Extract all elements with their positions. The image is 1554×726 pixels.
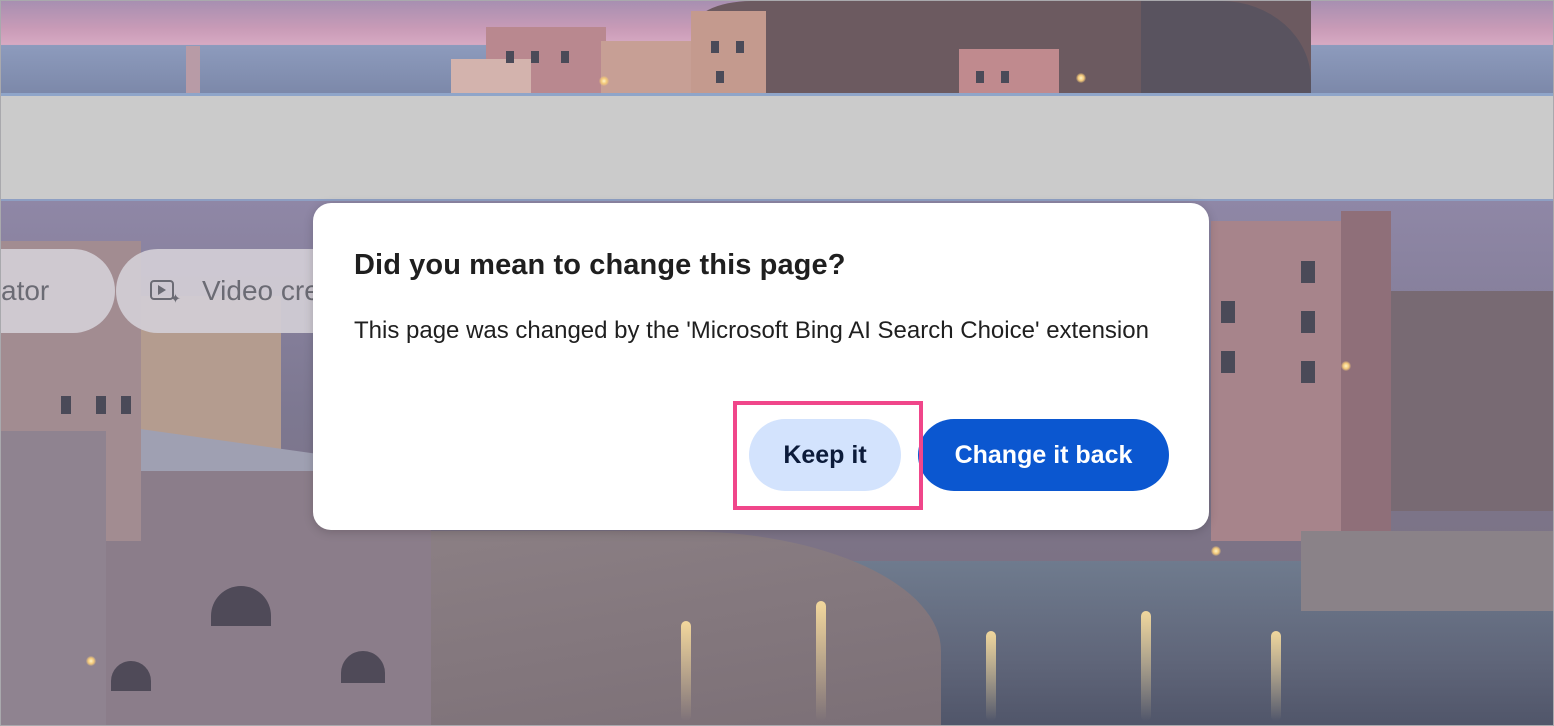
browser-viewport: ator ✦ Video cre Did you mean to change … (0, 0, 1554, 726)
image-creator-pill[interactable]: ator (1, 249, 115, 333)
video-creator-pill-label: Video cre (202, 275, 320, 306)
image-creator-pill-label: ator (1, 275, 50, 306)
background-photo-top (1, 1, 1553, 94)
video-sparkle-icon: ✦ (150, 278, 181, 305)
keep-it-button[interactable]: Keep it (749, 419, 901, 491)
change-it-back-button[interactable]: Change it back (918, 419, 1169, 491)
header-band (1, 96, 1553, 201)
dialog-title: Did you mean to change this page? (354, 249, 846, 281)
dialog-message: This page was changed by the 'Microsoft … (354, 317, 1149, 344)
extension-change-dialog: Did you mean to change this page? This p… (313, 203, 1209, 530)
